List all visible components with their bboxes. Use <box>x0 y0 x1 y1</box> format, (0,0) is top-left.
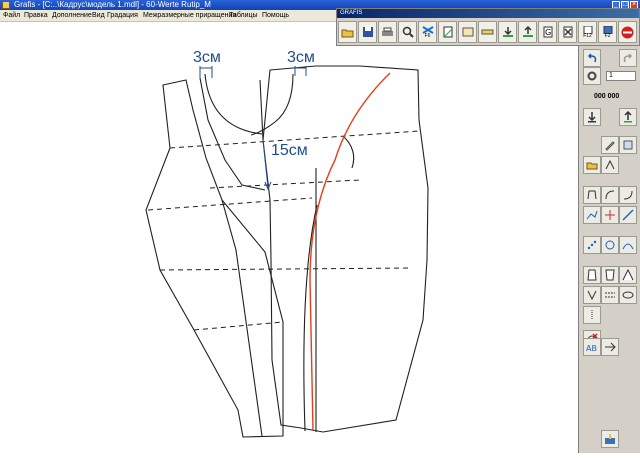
piece-back-icon[interactable] <box>601 266 619 284</box>
f6-zoom-button[interactable]: F6 <box>418 21 437 43</box>
export-icon[interactable] <box>601 430 619 448</box>
app-icon <box>2 1 10 9</box>
text-label-icon[interactable]: AB <box>583 338 601 356</box>
magnifier-icon[interactable] <box>398 21 417 43</box>
hand-folder-icon[interactable] <box>583 156 601 174</box>
grading-tool-icon[interactable] <box>619 286 637 304</box>
crotch-line <box>147 197 313 211</box>
piece-outline-icon[interactable] <box>583 186 601 204</box>
front-pocket-curve <box>204 73 263 135</box>
menu-increments[interactable]: Межразмерные приращения <box>143 10 236 21</box>
stop-icon[interactable] <box>618 21 637 43</box>
pen-tool-icon[interactable] <box>601 136 619 154</box>
f2-label: F2 <box>604 32 611 39</box>
download-arrow-icon[interactable] <box>498 21 517 43</box>
f6-label: F6 <box>424 32 431 39</box>
line-tool-icon[interactable] <box>619 206 637 224</box>
menu-view[interactable]: Вид <box>92 10 105 21</box>
menu-tables[interactable]: Таблицы <box>229 10 258 21</box>
settings-gear-icon[interactable] <box>583 67 601 85</box>
thigh-line <box>159 267 413 271</box>
curve-tool-icon[interactable] <box>601 186 619 204</box>
menu-help[interactable]: Помощь <box>262 10 289 21</box>
move-down-icon[interactable] <box>583 108 601 126</box>
menu-addition[interactable]: Дополнение <box>52 10 92 21</box>
step-input[interactable]: 1 <box>606 71 636 81</box>
document-g-icon[interactable]: G <box>538 21 557 43</box>
redo-icon[interactable] <box>619 49 637 67</box>
svg-text:AB: AB <box>586 344 597 353</box>
seat-line <box>209 179 361 189</box>
highlight-curve <box>309 72 391 431</box>
menu-file[interactable]: Файл <box>3 10 20 21</box>
window-title: Grafis - [C:..\Кадрус\модель 1.mdl] - 60… <box>14 0 211 9</box>
notch-tool-icon[interactable] <box>583 306 601 324</box>
vertical-drop-marker <box>262 139 269 189</box>
piece-sleeve-icon[interactable] <box>619 266 637 284</box>
right-width-label: 3см <box>287 49 315 66</box>
page-icon[interactable] <box>438 21 457 43</box>
upload-arrow-icon[interactable] <box>518 21 537 43</box>
points-tool-icon[interactable] <box>583 236 601 254</box>
back-leg-inner <box>221 199 263 437</box>
move-up-icon[interactable] <box>619 108 637 126</box>
split-piece-icon[interactable] <box>601 156 619 174</box>
vertical-drop-label: 15см <box>271 142 308 159</box>
knee-line <box>193 321 284 331</box>
f12-button[interactable]: F12 <box>578 21 597 43</box>
svg-text:G: G <box>545 28 551 37</box>
spline-tool-icon[interactable] <box>619 236 637 254</box>
left-width-marker <box>199 66 213 78</box>
front-crotch-curve <box>250 73 294 136</box>
grafis-toolbar: GRAFIS F6 G F12 F2 <box>336 8 640 46</box>
intersection-tool-icon[interactable] <box>601 206 619 224</box>
f2-button[interactable]: F2 <box>598 21 617 43</box>
polyline-tool-icon[interactable] <box>583 206 601 224</box>
dart-tool-icon[interactable] <box>583 286 601 304</box>
measure-tool-icon[interactable] <box>619 136 637 154</box>
open-folder-icon[interactable] <box>338 21 357 43</box>
right-width-marker <box>294 66 307 76</box>
menu-edit[interactable]: Правка <box>24 10 48 21</box>
ruler-icon[interactable] <box>478 21 497 43</box>
drawing-canvas[interactable]: 3см 3см 15см <box>0 22 578 453</box>
close-document-icon[interactable] <box>558 21 577 43</box>
toolbar-caption: GRAFIS <box>337 9 639 18</box>
pattern-drawing <box>145 65 429 438</box>
f12-label: F12 <box>583 32 592 39</box>
front-pattern-outline <box>262 65 429 433</box>
menu-grading[interactable]: Градация <box>107 10 138 21</box>
print-icon[interactable] <box>378 21 397 43</box>
seam-allowance-icon[interactable] <box>601 286 619 304</box>
point-counter: 000 000 <box>594 93 620 100</box>
label-arrow-icon[interactable] <box>601 338 619 356</box>
sheet-icon[interactable] <box>458 21 477 43</box>
circle-tool-icon[interactable] <box>601 236 619 254</box>
side-bend-curve <box>342 135 355 169</box>
left-width-label: 3см <box>193 49 221 66</box>
arc-tool-icon[interactable] <box>619 186 637 204</box>
piece-front-icon[interactable] <box>583 266 601 284</box>
undo-icon[interactable] <box>583 49 601 67</box>
save-icon[interactable] <box>358 21 377 43</box>
